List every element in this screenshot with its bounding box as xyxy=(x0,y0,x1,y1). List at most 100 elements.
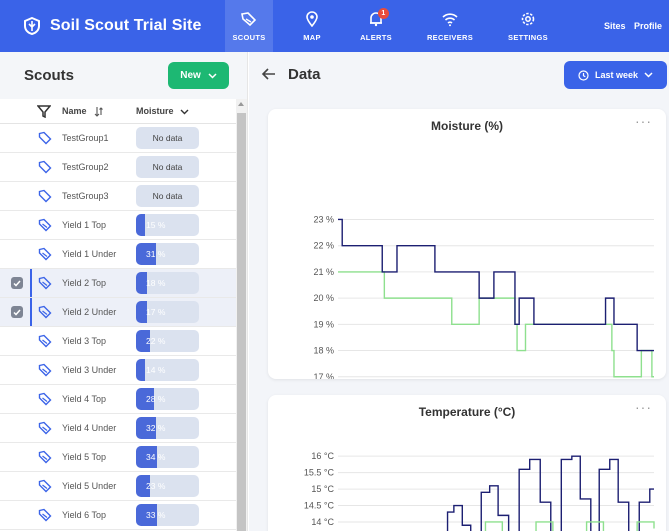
sidebar-scrollbar[interactable] xyxy=(236,99,247,531)
temperature-chart-card: Temperature (°C) ··· 16 °C 15.5 °C 15 °C 14… xyxy=(268,395,666,531)
y-tick-label: 14 °C xyxy=(311,517,334,527)
scout-name: Yield 5 Top xyxy=(62,452,107,462)
list-item[interactable]: Yield 1 Under 31 % xyxy=(0,240,236,269)
nav-alerts-label: ALERTS xyxy=(360,32,392,42)
sort-icon[interactable] xyxy=(94,106,104,117)
moisture-value: 28 % xyxy=(146,394,166,404)
map-pin-icon xyxy=(306,10,318,27)
moisture-badge: 18 % xyxy=(136,272,199,294)
scout-name: TestGroup1 xyxy=(62,133,109,143)
y-tick-label: 18 % xyxy=(313,346,334,356)
scout-name: TestGroup2 xyxy=(62,162,109,172)
scout-name: Yield 4 Top xyxy=(62,394,107,404)
scout-name: TestGroup3 xyxy=(62,191,109,201)
sidebar-title: Scouts xyxy=(24,67,75,84)
moisture-chart-card: Moisture (%) ··· 23 % 22 % 21 % 20 % 19 % 18 … xyxy=(268,109,666,379)
y-tick-label: 20 % xyxy=(313,293,334,303)
moisture-value: 31 % xyxy=(146,249,166,259)
moisture-value: 17 % xyxy=(146,307,166,317)
gear-icon xyxy=(521,12,535,25)
scout-name: Yield 6 Top xyxy=(62,510,107,520)
chevron-down-icon xyxy=(644,72,653,78)
list-item[interactable]: Yield 2 Top 18 % xyxy=(0,269,236,298)
scout-icon xyxy=(38,334,52,348)
filter-icon[interactable] xyxy=(37,105,51,118)
name-column-header[interactable]: Name xyxy=(62,106,87,116)
list-item[interactable]: Yield 5 Top 34 % xyxy=(0,443,236,472)
list-item[interactable]: Yield 1 Top 15 % xyxy=(0,211,236,240)
series-line xyxy=(446,455,654,531)
moisture-value: 32 % xyxy=(146,423,166,433)
scout-name: Yield 1 Under xyxy=(62,249,117,259)
y-tick-label: 16 °C xyxy=(311,451,334,461)
temperature-chart: 16 °C15.5 °C15 °C14.5 °C14 °C13.5 °C xyxy=(304,451,655,531)
list-item[interactable]: TestGroup1 No data xyxy=(0,124,236,153)
moisture-badge: 33 % xyxy=(136,504,199,526)
tag-icon xyxy=(38,189,52,203)
scroll-thumb[interactable] xyxy=(237,113,246,531)
sites-link[interactable]: Sites xyxy=(604,0,626,52)
scout-icon xyxy=(38,450,52,464)
moisture-value: 15 % xyxy=(146,220,166,230)
profile-link[interactable]: Profile xyxy=(634,0,662,52)
nav-settings-label: SETTINGS xyxy=(508,32,548,42)
tag-icon xyxy=(38,131,52,145)
list-item[interactable]: Yield 3 Top 22 % xyxy=(0,327,236,356)
new-button[interactable]: New xyxy=(168,62,229,89)
nav-map-label: MAP xyxy=(303,32,321,42)
scout-icon xyxy=(38,218,52,232)
brand[interactable]: Soil Scout Trial Site xyxy=(24,0,201,52)
scout-icon xyxy=(38,479,52,493)
scout-name: Yield 1 Top xyxy=(62,220,107,230)
scout-name: Yield 5 Under xyxy=(62,481,117,491)
moisture-badge: No data xyxy=(136,185,199,207)
moisture-badge: 34 % xyxy=(136,446,199,468)
nav-settings[interactable]: SETTINGS xyxy=(502,0,554,52)
scouts-sidebar: Scouts New Name Moisture TestGroup1 No da… xyxy=(0,52,248,531)
series-line xyxy=(484,521,655,531)
list-item[interactable]: Yield 3 Under 14 % xyxy=(0,356,236,385)
new-button-label: New xyxy=(180,70,201,81)
moisture-value: 23 % xyxy=(146,481,166,491)
moisture-value: 33 % xyxy=(146,510,166,520)
nav-receivers-label: RECEIVERS xyxy=(426,32,474,42)
back-arrow-icon[interactable] xyxy=(261,66,277,82)
series-line xyxy=(338,218,654,352)
moisture-column-header[interactable]: Moisture xyxy=(136,106,174,116)
clock-icon xyxy=(578,69,589,81)
moisture-value: 34 % xyxy=(146,452,166,462)
list-item[interactable]: Yield 5 Under 23 % xyxy=(0,472,236,501)
list-item[interactable]: TestGroup2 No data xyxy=(0,153,236,182)
date-range-button[interactable]: Last week xyxy=(564,61,667,89)
checkbox-checked-icon[interactable] xyxy=(11,277,23,289)
moisture-badge: 17 % xyxy=(136,301,199,323)
moisture-value: No data xyxy=(152,191,183,201)
list-item[interactable]: Yield 4 Under 32 % xyxy=(0,414,236,443)
column-header: Name Moisture xyxy=(0,99,247,124)
list-item[interactable]: Yield 4 Top 28 % xyxy=(0,385,236,414)
scout-name: Yield 3 Under xyxy=(62,365,117,375)
scout-icon xyxy=(38,247,52,261)
scroll-up-arrow[interactable] xyxy=(238,102,244,106)
moisture-badge: 31 % xyxy=(136,243,199,265)
nav-receivers[interactable]: RECEIVERS xyxy=(422,0,478,52)
y-tick-label: 21 % xyxy=(313,267,334,277)
wifi-icon xyxy=(442,12,458,26)
page-title: Data xyxy=(288,66,321,83)
tag-icon xyxy=(38,160,52,174)
data-panel: Data Last week Moisture (%) ··· 23 % 22 %… xyxy=(249,52,669,531)
moisture-badge: 22 % xyxy=(136,330,199,352)
moisture-chart: 23 %22 %21 %20 %19 %18 %17 %Jun 8, 2020J… xyxy=(313,214,654,379)
nav-map[interactable]: MAP xyxy=(288,0,336,52)
list-item[interactable]: Yield 2 Under 17 % xyxy=(0,298,236,327)
moisture-badge: 32 % xyxy=(136,417,199,439)
chevron-down-icon xyxy=(208,72,217,79)
nav-scouts[interactable]: SCOUTS xyxy=(225,0,273,52)
nav-alerts[interactable]: 1 ALERTS xyxy=(352,0,400,52)
moisture-badge: 14 % xyxy=(136,359,199,381)
list-item[interactable]: Yield 6 Top 33 % xyxy=(0,501,236,530)
chevron-down-icon[interactable] xyxy=(180,109,189,115)
scout-name: Yield 2 Top xyxy=(62,278,107,288)
list-item[interactable]: TestGroup3 No data xyxy=(0,182,236,211)
checkbox-checked-icon[interactable] xyxy=(11,306,23,318)
